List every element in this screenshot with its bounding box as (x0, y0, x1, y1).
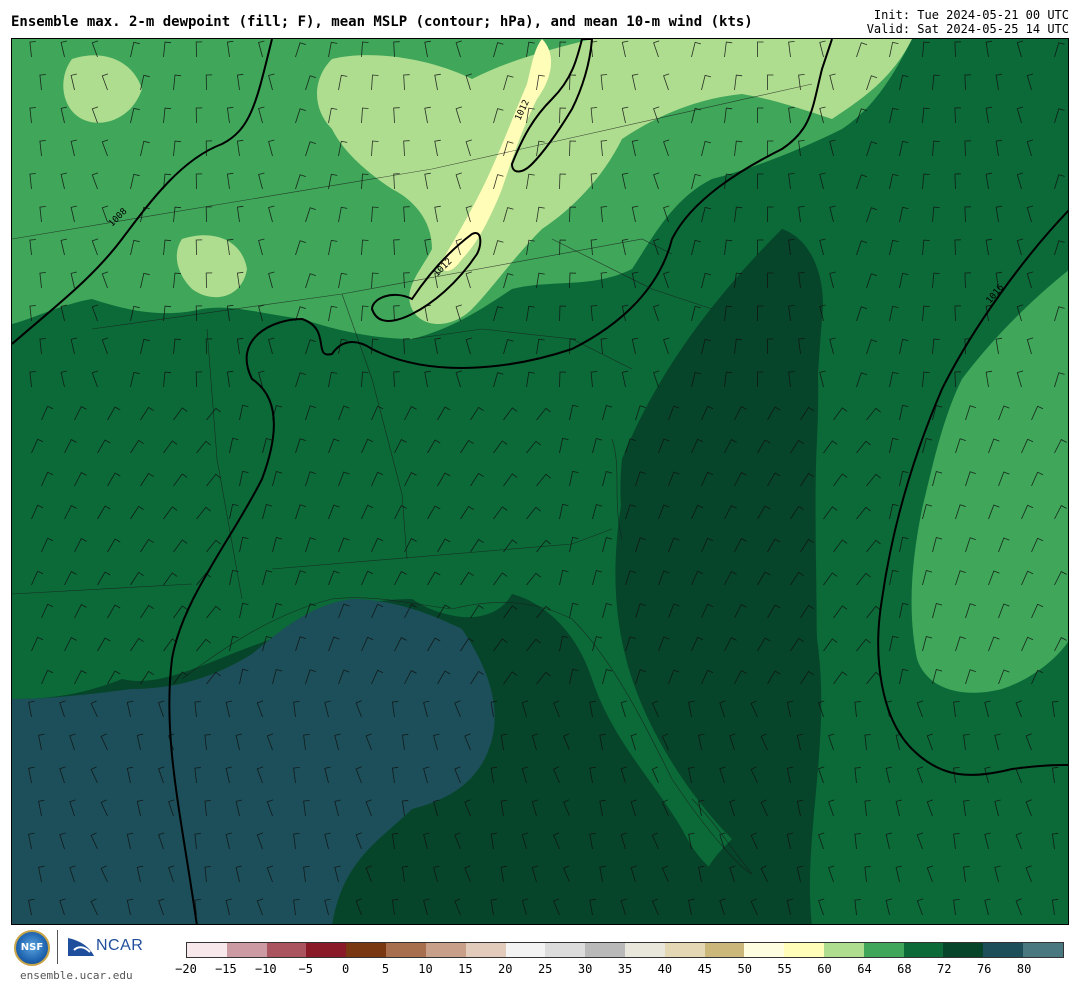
colorbar-segment (425, 943, 466, 957)
logos: NSF NCAR ensemble.ucar.edu (14, 928, 154, 984)
colorbar-tick-label: 25 (537, 962, 553, 976)
colorbar-segment (903, 943, 944, 957)
colorbar-tick-label: 76 (976, 962, 992, 976)
colorbar-segment (465, 943, 506, 957)
colorbar-segment (346, 943, 387, 957)
logo-divider (57, 930, 58, 964)
colorbar-tick-label: 60 (817, 962, 832, 976)
colorbar-tick-label: −20 (175, 962, 197, 976)
dewpoint-map: 1008 1012 1012 1016 (11, 38, 1069, 925)
colorbar-segment (784, 943, 824, 957)
colorbar-tick-label: 68 (897, 962, 912, 976)
colorbar-segment (664, 943, 705, 957)
colorbar-segment (1023, 943, 1063, 957)
nsf-logo: NSF (14, 930, 50, 966)
colorbar-tick-label: 30 (577, 962, 593, 976)
time-info: Init: Tue 2024-05-21 00 UTC Valid: Sat 2… (867, 8, 1069, 36)
colorbar (186, 942, 1064, 958)
colorbar-tick-label: 55 (777, 962, 792, 976)
colorbar-segment (266, 943, 307, 957)
colorbar-tick-label: 40 (657, 962, 673, 976)
page-title: Ensemble max. 2-m dewpoint (fill; F), me… (11, 14, 753, 30)
colorbar-segment (744, 943, 785, 957)
colorbar-tick-label: 5 (381, 962, 390, 976)
colorbar-tick-label: 0 (342, 962, 350, 976)
site-url: ensemble.ucar.edu (20, 969, 133, 982)
colorbar-tick-label: −10 (254, 962, 277, 976)
colorbar-tick-label: −15 (215, 962, 237, 976)
ncar-logo-mark (68, 938, 94, 956)
colorbar-segment (704, 943, 745, 957)
colorbar-segment (226, 943, 267, 957)
colorbar-segment (306, 943, 347, 957)
colorbar-segment (187, 943, 227, 957)
colorbar-segment (386, 943, 426, 957)
colorbar-tick-label: 64 (857, 962, 872, 976)
colorbar-segment (863, 943, 904, 957)
colorbar-tick-label: 80 (1016, 962, 1032, 976)
colorbar-tick-label: 72 (937, 962, 952, 976)
colorbar-tick-label: 20 (498, 962, 513, 976)
colorbar-tick-label: 45 (697, 962, 713, 976)
ncar-logo: NCAR (96, 937, 144, 954)
colorbar-segment (585, 943, 625, 957)
init-time: Init: Tue 2024-05-21 00 UTC (873, 8, 1069, 22)
colorbar-tick-label: −5 (298, 962, 313, 976)
colorbar-segment (545, 943, 586, 957)
colorbar-tick-label: 10 (418, 962, 433, 976)
colorbar-segment (824, 943, 864, 957)
colorbar-tick-label: 50 (737, 962, 752, 976)
colorbar-segment (505, 943, 546, 957)
colorbar-tick-label: 15 (458, 962, 473, 976)
colorbar-segment (983, 943, 1024, 957)
colorbar-segment (624, 943, 665, 957)
colorbar-ticks: −20 −15 −10 −5 0 5 10 15 20 25 30 35 40 45 50 55 60 64 68 7… (175, 962, 1064, 976)
colorbar-segment (943, 943, 984, 957)
valid-time: Valid: Sat 2024-05-25 14 UTC (866, 22, 1069, 36)
colorbar-tick-label: 35 (617, 962, 633, 976)
